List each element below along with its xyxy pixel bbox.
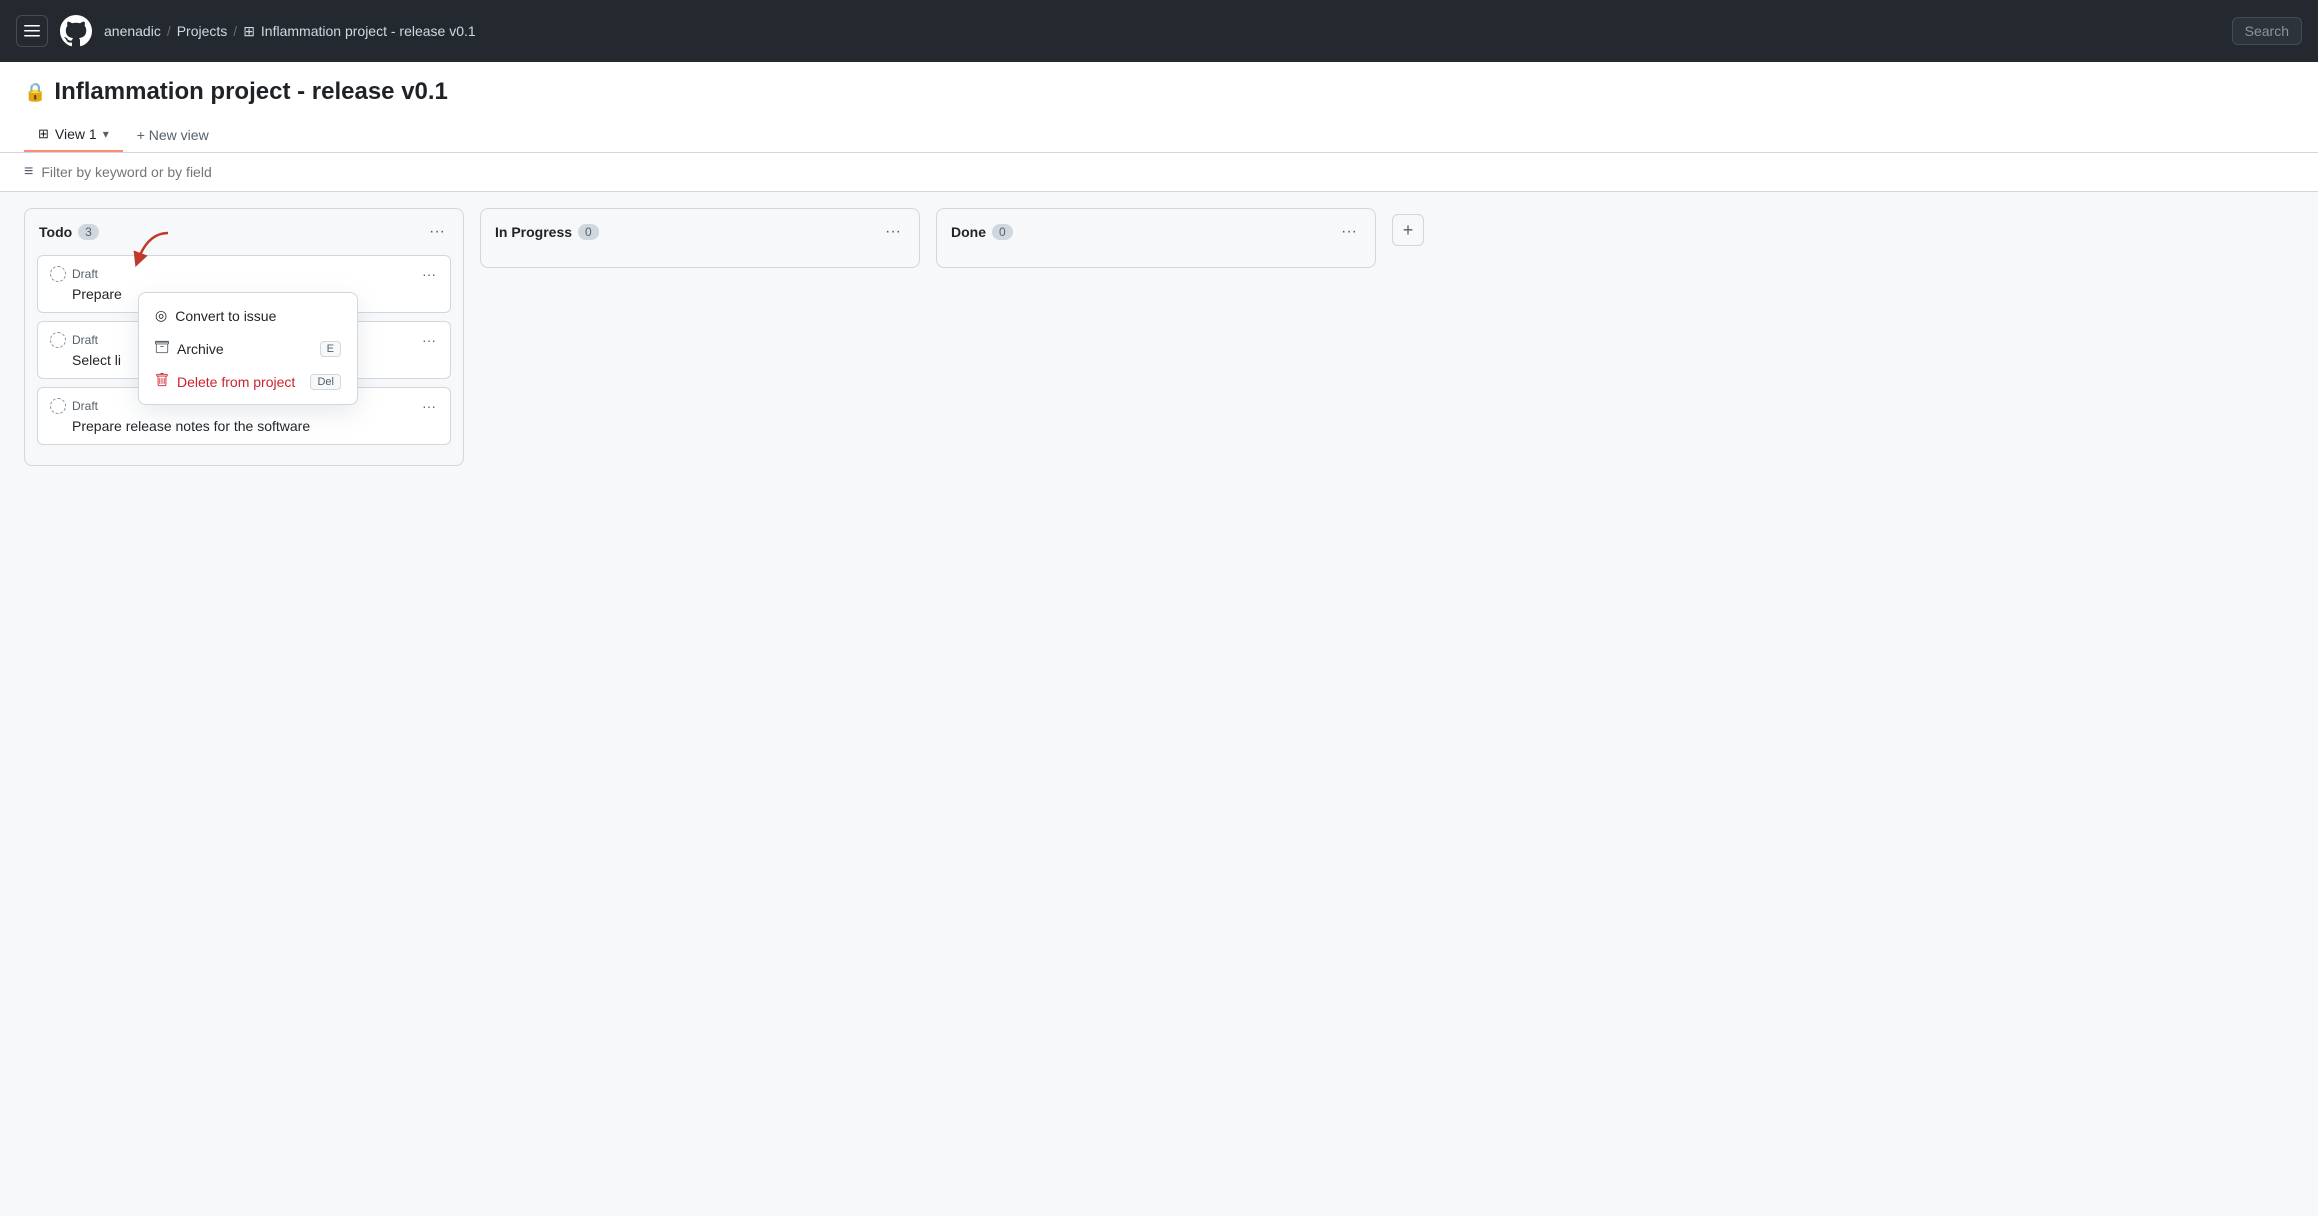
- column-done: Done 0 ···: [936, 208, 1376, 268]
- breadcrumb-projects[interactable]: Projects: [177, 23, 228, 39]
- archive-icon: [155, 340, 169, 357]
- breadcrumb-sep1: /: [167, 23, 171, 39]
- card-3-text: Prepare release notes for the software: [50, 418, 438, 434]
- card-2-badge: Draft: [72, 333, 98, 347]
- delete-icon: [155, 373, 169, 390]
- convert-icon: ◎: [155, 307, 167, 324]
- card-2-draft-icon: [50, 332, 66, 348]
- context-menu: ◎ Convert to issue Archive E: [138, 292, 358, 405]
- breadcrumb-user[interactable]: anenadic: [104, 23, 161, 39]
- breadcrumb: anenadic / Projects / ⊞ Inflammation pro…: [104, 23, 476, 40]
- card-3-badge: Draft: [72, 399, 98, 413]
- github-logo: [60, 15, 92, 47]
- column-in-progress-header: In Progress 0 ···: [493, 221, 907, 243]
- navbar: anenadic / Projects / ⊞ Inflammation pro…: [0, 0, 2318, 62]
- add-column-button[interactable]: +: [1392, 214, 1424, 246]
- breadcrumb-project-title[interactable]: Inflammation project - release v0.1: [261, 23, 476, 39]
- filter-input[interactable]: [41, 164, 2294, 180]
- column-todo: Todo 3 ··· Draft ··· Prepare: [24, 208, 464, 466]
- tab-view1[interactable]: ⊞ View 1 ▾: [24, 118, 123, 152]
- board: Todo 3 ··· Draft ··· Prepare: [0, 192, 2318, 1208]
- card-1: Draft ··· Prepare ◎ C: [37, 255, 451, 313]
- column-in-progress: In Progress 0 ···: [480, 208, 920, 268]
- card-3-menu-button[interactable]: ···: [420, 398, 438, 414]
- archive-shortcut: E: [320, 341, 341, 357]
- column-done-menu-button[interactable]: ···: [1337, 221, 1361, 243]
- tab-view1-label: View 1: [55, 126, 97, 142]
- search-button[interactable]: Search: [2232, 17, 2302, 45]
- card-1-badge: Draft: [72, 267, 98, 281]
- column-todo-header: Todo 3 ···: [37, 221, 451, 243]
- column-done-count: 0: [992, 224, 1013, 240]
- filter-icon: ≡: [24, 163, 33, 181]
- context-menu-archive[interactable]: Archive E: [139, 332, 357, 365]
- column-todo-title: Todo: [39, 224, 72, 240]
- context-menu-convert[interactable]: ◎ Convert to issue: [139, 299, 357, 332]
- card-1-header: Draft ···: [50, 266, 438, 282]
- lock-icon: 🔒: [24, 82, 46, 103]
- card-2-menu-button[interactable]: ···: [420, 332, 438, 348]
- column-done-title: Done: [951, 224, 986, 240]
- context-menu-delete-label: Delete from project: [177, 374, 295, 390]
- column-todo-menu-button[interactable]: ···: [425, 221, 449, 243]
- context-menu-archive-label: Archive: [177, 341, 224, 357]
- column-done-header: Done 0 ···: [949, 221, 1363, 243]
- tab-view1-dropdown[interactable]: ▾: [103, 127, 109, 141]
- delete-shortcut: Del: [310, 374, 341, 390]
- page-title: Inflammation project - release v0.1: [54, 78, 447, 106]
- breadcrumb-project-icon: ⊞: [243, 23, 255, 40]
- hamburger-button[interactable]: [16, 15, 48, 47]
- card-3-draft-icon: [50, 398, 66, 414]
- card-1-menu-button[interactable]: ···: [420, 266, 438, 282]
- context-menu-convert-label: Convert to issue: [175, 308, 276, 324]
- new-view-button[interactable]: + New view: [123, 119, 223, 151]
- column-in-progress-title: In Progress: [495, 224, 572, 240]
- column-in-progress-menu-button[interactable]: ···: [881, 221, 905, 243]
- column-todo-count: 3: [78, 224, 99, 240]
- card-1-draft-icon: [50, 266, 66, 282]
- breadcrumb-sep2: /: [233, 23, 237, 39]
- column-in-progress-count: 0: [578, 224, 599, 240]
- page-header: 🔒 Inflammation project - release v0.1 ⊞ …: [0, 62, 2318, 153]
- page-title-row: 🔒 Inflammation project - release v0.1: [24, 78, 2294, 106]
- tabs-row: ⊞ View 1 ▾ + New view: [24, 118, 2294, 152]
- filter-bar: ≡: [0, 153, 2318, 192]
- context-menu-delete[interactable]: Delete from project Del: [139, 365, 357, 398]
- tab-view1-icon: ⊞: [38, 126, 49, 142]
